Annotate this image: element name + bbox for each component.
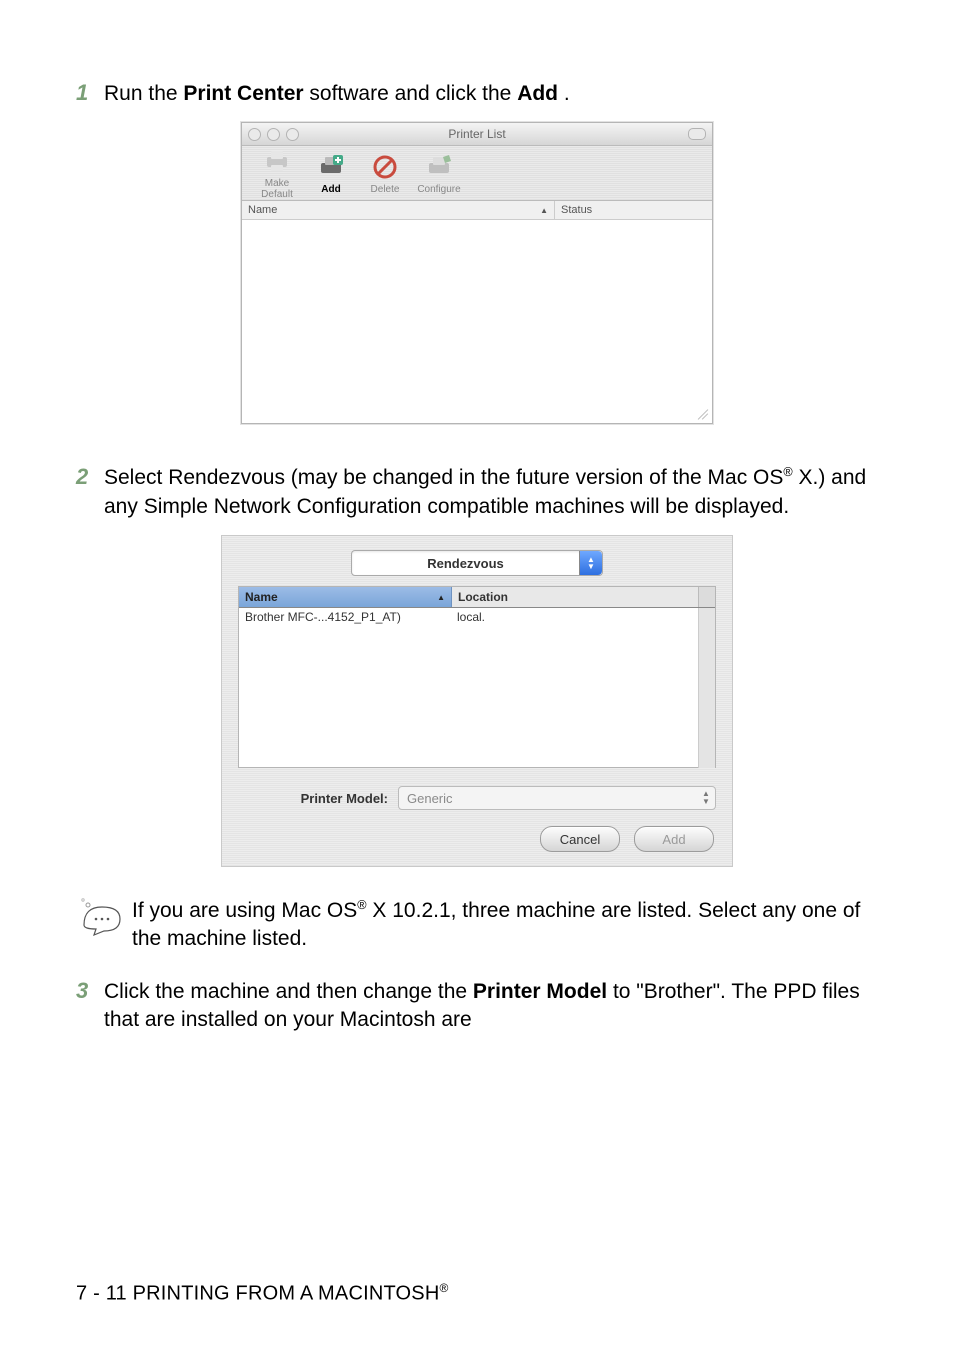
- step-2-number: 2: [76, 464, 104, 521]
- column-name-header[interactable]: Name ▲: [242, 201, 555, 219]
- add-button[interactable]: Add: [634, 826, 714, 852]
- column-status-header[interactable]: Status: [555, 201, 712, 219]
- printer-list-toolbar: Make Default Add Delete Configure: [242, 146, 712, 201]
- printer-model-value: Generic: [399, 791, 697, 806]
- cancel-label: Cancel: [560, 832, 600, 847]
- browser-body: Brother MFC-...4152_P1_AT) local.: [239, 608, 715, 768]
- browser-scrollbar[interactable]: [698, 608, 715, 768]
- registered-mark-icon: ®: [440, 1281, 449, 1295]
- step-1-text: Run the Print Center software and click …: [104, 80, 878, 108]
- toolbar-toggle-button[interactable]: [688, 128, 706, 140]
- add-printer-dialog: Rendezvous ▲▼ Name ▲ Location Brother MF…: [221, 535, 733, 867]
- note-pre: If you are using Mac OS: [132, 899, 357, 922]
- printer-icon: [262, 146, 292, 176]
- step-1-pre: Run the: [104, 82, 183, 105]
- printer-model-select[interactable]: Generic ▲▼: [398, 786, 716, 810]
- make-default-button[interactable]: Make Default: [250, 146, 304, 200]
- step-2-line3: machines will be displayed.: [535, 495, 789, 518]
- make-default-label: Make Default: [250, 178, 304, 200]
- registered-mark-icon: ®: [357, 898, 366, 912]
- step-1-number: 1: [76, 80, 104, 108]
- note-text: If you are using Mac OS® X 10.2.1, three…: [132, 897, 878, 954]
- registered-mark-icon: ®: [783, 465, 792, 479]
- cancel-button[interactable]: Cancel: [540, 826, 620, 852]
- printer-model-label: Printer Model:: [238, 791, 388, 806]
- step-1-post: .: [564, 82, 570, 105]
- list-item-name: Brother MFC-...4152_P1_AT): [239, 608, 451, 626]
- configure-button[interactable]: Configure: [412, 152, 466, 195]
- footer-text: 7 - 11 PRINTING FROM A MACINTOSH: [76, 1283, 440, 1305]
- printer-browser-list: Name ▲ Location Brother MFC-...4152_P1_A…: [238, 586, 716, 768]
- column-status-label: Status: [561, 204, 592, 216]
- connection-type-row: Rendezvous ▲▼: [232, 550, 722, 576]
- add-label: Add: [662, 832, 685, 847]
- printer-list-title: Printer List: [242, 127, 712, 141]
- step-1-bold-printcenter: Print Center: [183, 82, 303, 105]
- step-3-bold: Printer Model: [473, 980, 607, 1003]
- printer-list-window: Printer List Make Default Add Delete: [241, 122, 713, 424]
- printer-model-row: Printer Model: Generic ▲▼: [238, 786, 716, 810]
- resize-handle[interactable]: [696, 404, 710, 418]
- select-arrows-icon: ▲▼: [697, 790, 715, 806]
- note-block: If you are using Mac OS® X 10.2.1, three…: [80, 897, 878, 954]
- browser-header-scroll-gutter: [698, 587, 715, 607]
- sort-asc-icon: ▲: [437, 593, 445, 602]
- step-2: 2 Select Rendezvous (may be changed in t…: [76, 464, 878, 521]
- printer-list-header-row: Name ▲ Status: [242, 201, 712, 220]
- add-printer-icon: [316, 152, 346, 182]
- browser-column-location[interactable]: Location: [452, 587, 698, 607]
- list-item-location: local.: [451, 608, 698, 626]
- sort-asc-icon: ▲: [540, 206, 548, 215]
- delete-button[interactable]: Delete: [358, 152, 412, 195]
- step-2-os-pre: Mac OS: [708, 466, 784, 489]
- select-arrows-icon: ▲▼: [579, 551, 602, 575]
- step-1-bold-add: Add: [517, 82, 558, 105]
- step-3-line1: Click the machine and then change the: [104, 980, 473, 1003]
- printer-list-titlebar: Printer List: [242, 123, 712, 146]
- column-name-label: Name: [248, 204, 277, 216]
- delete-label: Delete: [371, 184, 400, 195]
- step-2-text: Select Rendezvous (may be changed in the…: [104, 464, 878, 521]
- connection-type-value: Rendezvous: [352, 556, 579, 571]
- browser-column-name-label: Name: [245, 590, 278, 604]
- step-3: 3 Click the machine and then change the …: [76, 978, 878, 1035]
- browser-header-row: Name ▲ Location: [239, 587, 715, 608]
- browser-column-name[interactable]: Name ▲: [239, 587, 452, 607]
- list-item[interactable]: Brother MFC-...4152_P1_AT) local.: [239, 608, 698, 626]
- dialog-buttons: Cancel Add: [232, 826, 722, 856]
- browser-column-location-label: Location: [458, 590, 508, 604]
- step-1-mid: software and click the: [309, 82, 517, 105]
- page-footer: 7 - 11 PRINTING FROM A MACINTOSH®: [76, 1281, 449, 1306]
- step-3-text: Click the machine and then change the Pr…: [104, 978, 878, 1035]
- connection-type-select[interactable]: Rendezvous ▲▼: [351, 550, 603, 576]
- step-1: 1 Run the Print Center software and clic…: [76, 80, 878, 108]
- browser-rows: Brother MFC-...4152_P1_AT) local.: [239, 608, 698, 768]
- step-2-line1: Select Rendezvous (may be changed in the…: [104, 466, 708, 489]
- printer-list-body: [242, 220, 712, 420]
- configure-label: Configure: [417, 184, 460, 195]
- note-icon: [80, 897, 124, 937]
- delete-icon: [370, 152, 400, 182]
- add-button[interactable]: Add: [304, 152, 358, 195]
- add-label: Add: [321, 184, 340, 195]
- configure-icon: [424, 152, 454, 182]
- step-3-number: 3: [76, 978, 104, 1035]
